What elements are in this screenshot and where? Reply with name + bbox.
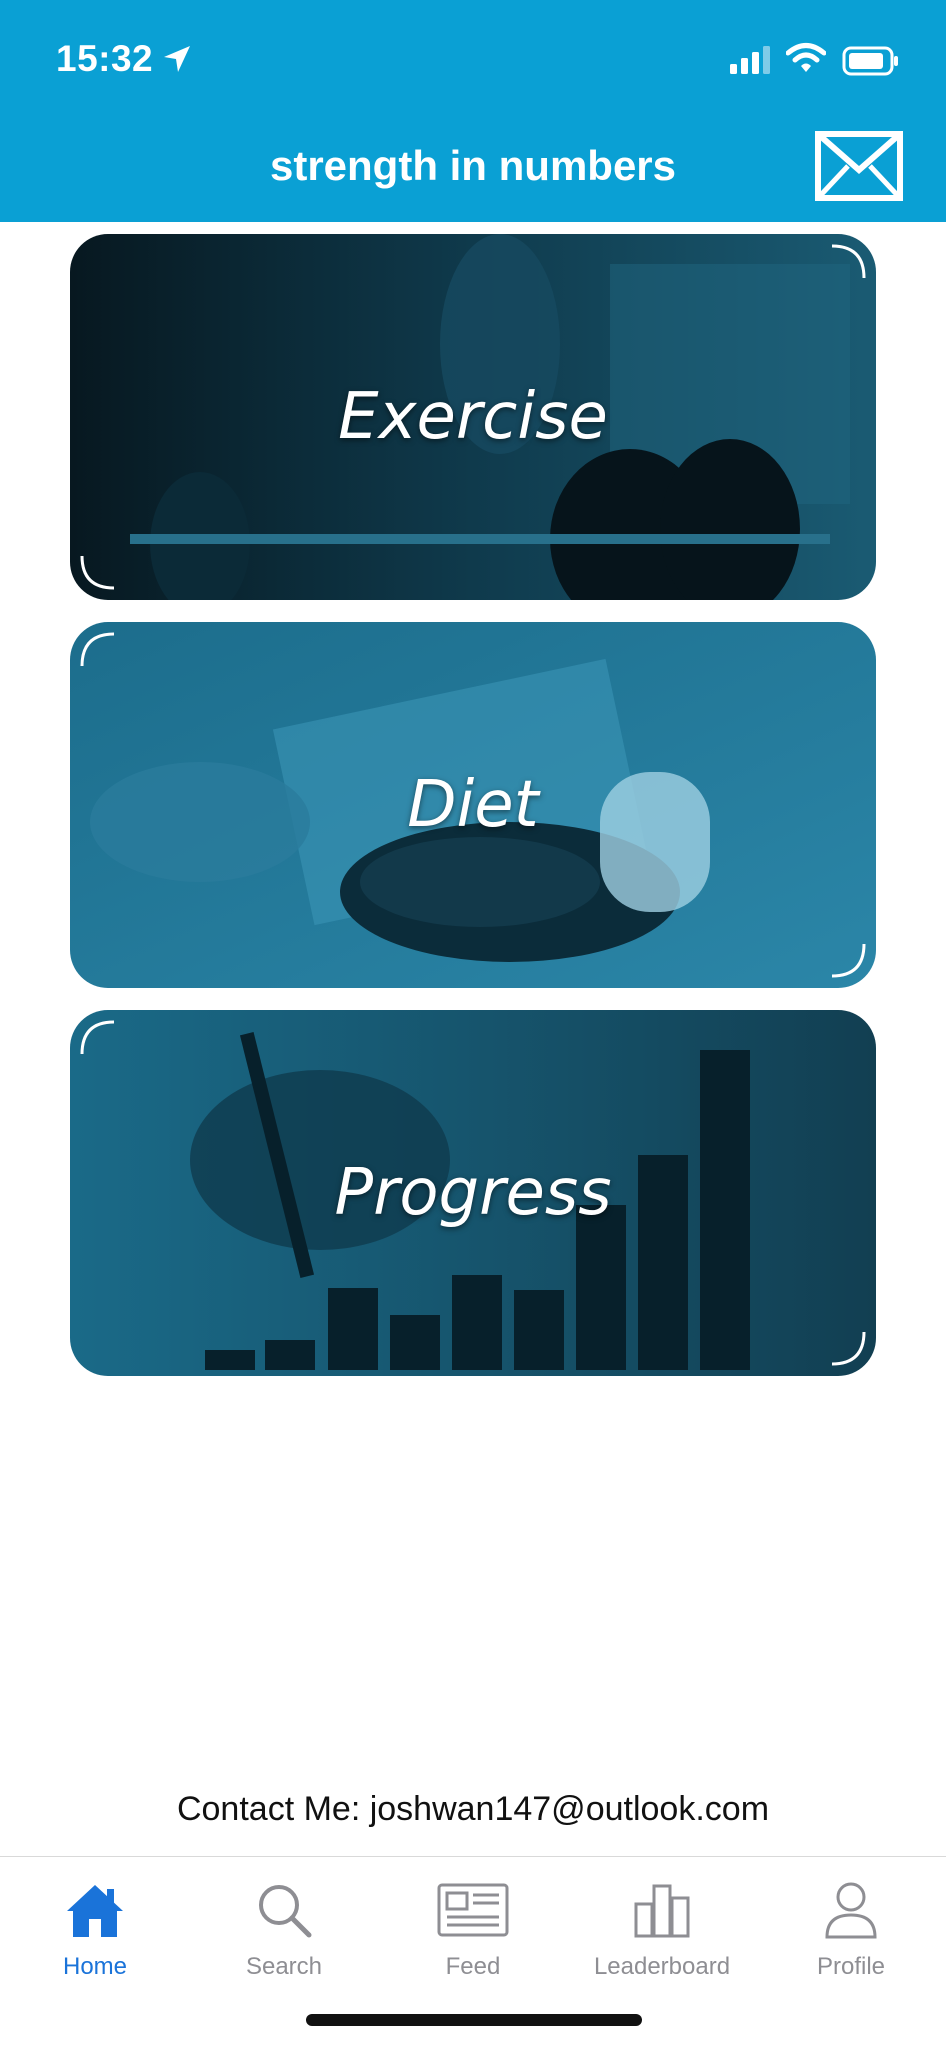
tab-feed[interactable]: Feed [378,1875,568,1981]
tab-label: Profile [816,1953,886,1980]
location-arrow-icon [164,46,190,72]
wifi-icon [786,43,826,72]
corner-arc-icon [80,632,115,667]
cellular-signal-icon [730,46,770,74]
tab-label: Search [245,1953,323,1980]
diet-card[interactable]: Diet [70,622,876,988]
tab-label: Feed [445,1953,501,1980]
card-label-diet: Diet [407,768,539,842]
mail-icon[interactable] [814,130,904,202]
corner-arc-icon [80,1020,115,1055]
leaderboard-icon [634,1884,690,1938]
home-indicator[interactable] [306,2014,642,2026]
person-icon [825,1882,877,1939]
tab-home[interactable]: Home [0,1875,190,1981]
corner-arc-icon [831,943,866,978]
tab-leaderboard[interactable]: Leaderboard [567,1875,757,1981]
header-bar: 15:32 strength in numbers [0,0,946,222]
card-label-progress: Progress [334,1156,612,1230]
battery-icon [842,46,898,76]
tab-label: Leaderboard [593,1953,731,1980]
home-icon [67,1885,123,1937]
progress-card[interactable]: Progress [70,1010,876,1376]
newspaper-icon [437,1883,509,1937]
status-time: 15:32 [56,38,154,79]
corner-arc-icon [831,1331,866,1366]
corner-arc-icon [831,244,866,279]
tab-profile[interactable]: Profile [756,1875,946,1981]
search-icon [259,1885,312,1938]
app-title: strength in numbers [269,142,677,189]
contact-text: Contact Me: joshwan147@outlook.com [176,1790,770,1828]
card-label-exercise: Exercise [338,380,608,454]
tab-label: Home [62,1953,128,1980]
corner-arc-icon [80,555,115,590]
exercise-card[interactable]: Exercise [70,234,876,600]
tab-search[interactable]: Search [189,1875,379,1981]
